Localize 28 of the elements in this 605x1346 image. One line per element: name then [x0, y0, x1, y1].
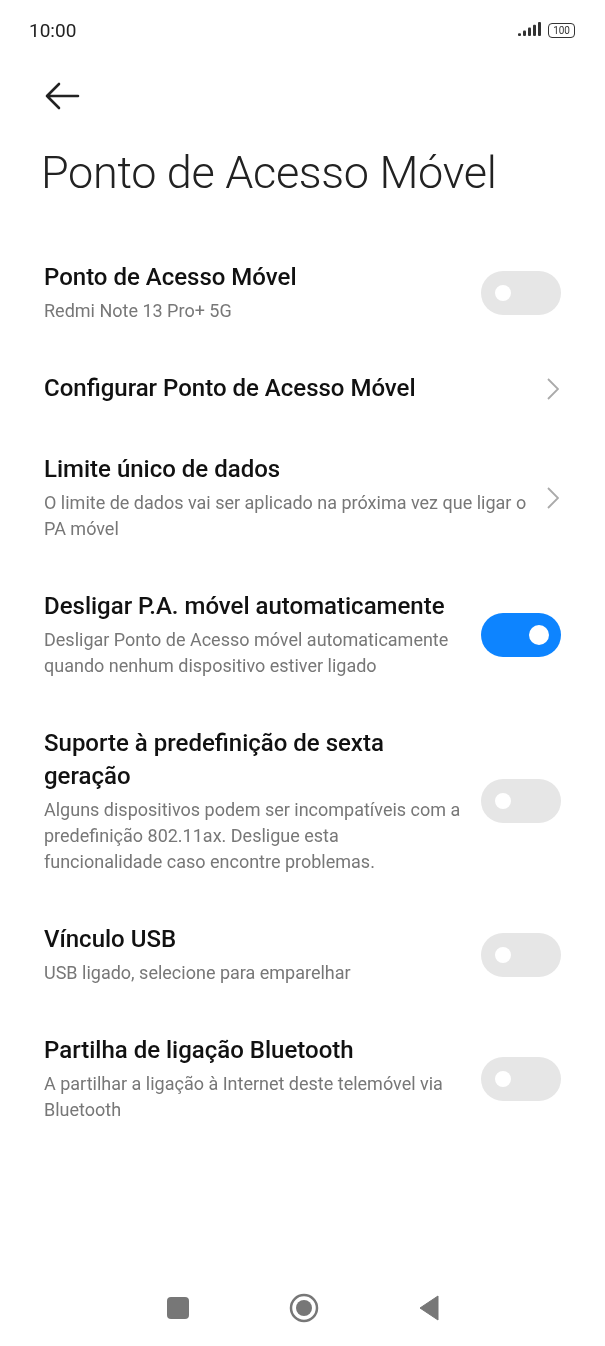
setting-title[interactable]: Partilha de ligação Bluetooth: [44, 1034, 461, 1067]
setting-description: USB ligado, selecione para emparelhar: [44, 961, 352, 985]
toggle-switch[interactable]: [481, 1056, 561, 1101]
setting-title[interactable]: Desligar P.A. móvel automaticamente: [44, 590, 461, 623]
toggle-switch[interactable]: [481, 779, 561, 823]
triangle-icon[interactable]: [418, 1295, 439, 1321]
battery-level: 100: [548, 22, 575, 38]
signal-icon: [518, 22, 543, 38]
setting-description: Redmi Note 13 Pro+ 5G: [44, 299, 233, 323]
setting-description: O limite de dados vai ser aplicado na próxima vez que ligar o PA móvel: [44, 491, 527, 541]
page-title: Ponto de Acesso Móvel: [41, 146, 498, 199]
circle-icon[interactable]: [288, 1293, 319, 1323]
setting-description: A partilhar a ligação à Internet deste telemóvel via Bluetooth: [44, 1072, 444, 1122]
back-arrow-icon[interactable]: [44, 81, 80, 111]
setting-title[interactable]: Vínculo USB: [44, 923, 461, 956]
setting-title[interactable]: Suporte à predefinição de sexta geração: [44, 727, 461, 793]
chevron-right-icon: [547, 486, 559, 509]
square-icon[interactable]: [166, 1297, 189, 1319]
toggle-switch[interactable]: [481, 270, 561, 315]
setting-description: Desligar Ponto de Acesso móvel automaticamente quando nenhum dispositivo estiver ligado: [44, 628, 450, 678]
status-time: 10:00: [29, 18, 77, 42]
setting-title[interactable]: Limite único de dados: [44, 453, 527, 486]
setting-description: Alguns dispositivos podem ser incompatíveis com a predefinição 802.11ax. Desligue esta funcionalidade caso encontre problemas.: [44, 798, 461, 874]
chevron-right-icon: [547, 377, 559, 400]
setting-title[interactable]: Configurar Ponto de Acesso Móvel: [44, 372, 527, 405]
setting-title[interactable]: Ponto de Acesso Móvel: [44, 261, 461, 294]
toggle-switch[interactable]: [481, 612, 561, 657]
toggle-switch[interactable]: [481, 932, 561, 977]
